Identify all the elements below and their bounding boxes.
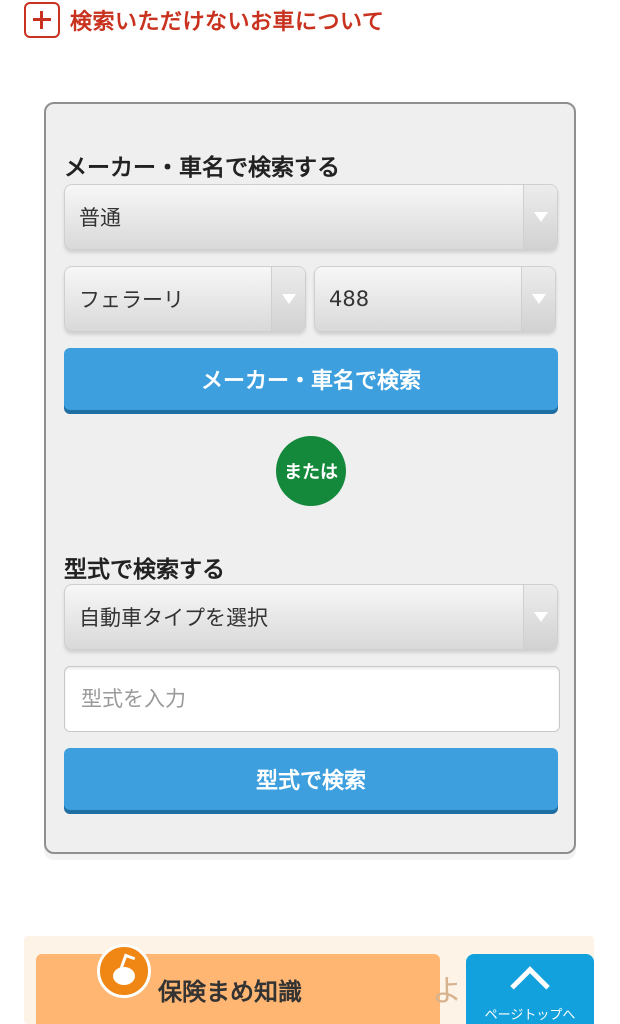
page-top-button[interactable]: ページトップへ — [466, 954, 594, 1024]
dropdown-arrow-icon — [521, 267, 555, 331]
model-code-input[interactable] — [64, 666, 560, 732]
category-select[interactable]: 普通 — [64, 184, 558, 250]
car-type-select[interactable]: 自動車タイプを選択 — [64, 584, 558, 650]
model-select[interactable]: 488 — [314, 266, 556, 332]
car-type-select-value: 自動車タイプを選択 — [79, 606, 268, 630]
maker-search-button[interactable]: メーカー・車名で検索 — [64, 348, 558, 410]
insurance-tips-label: 保険まめ知識 — [158, 977, 302, 1006]
page: 検索いただけないお車について メーカー・車名で検索する 普通 フェラーリ 488… — [0, 0, 620, 1024]
maker-select-value: フェラーリ — [79, 288, 184, 312]
dropdown-arrow-icon — [523, 185, 557, 249]
type-search-title: 型式で検索する — [64, 557, 225, 583]
search-panel: メーカー・車名で検索する 普通 フェラーリ 488 メーカー・車名で検索 または… — [44, 102, 576, 854]
dropdown-arrow-icon — [523, 585, 557, 649]
maker-search-title: メーカー・車名で検索する — [64, 155, 340, 181]
mikan-mascot-icon — [97, 944, 151, 998]
unsearchable-cars-text: 検索いただけないお車について — [70, 10, 385, 35]
type-search-button[interactable]: 型式で検索 — [64, 748, 558, 810]
partial-banner-text: よ — [432, 974, 462, 1009]
chevron-up-icon — [510, 966, 550, 1006]
dropdown-arrow-icon — [271, 267, 305, 331]
page-top-label: ページトップへ — [484, 1008, 576, 1023]
plus-box-icon — [24, 2, 60, 38]
model-select-value: 488 — [329, 287, 370, 311]
or-badge: または — [276, 436, 346, 506]
unsearchable-cars-link[interactable]: 検索いただけないお車について — [24, 2, 384, 38]
category-select-value: 普通 — [79, 206, 121, 230]
maker-select[interactable]: フェラーリ — [64, 266, 306, 332]
